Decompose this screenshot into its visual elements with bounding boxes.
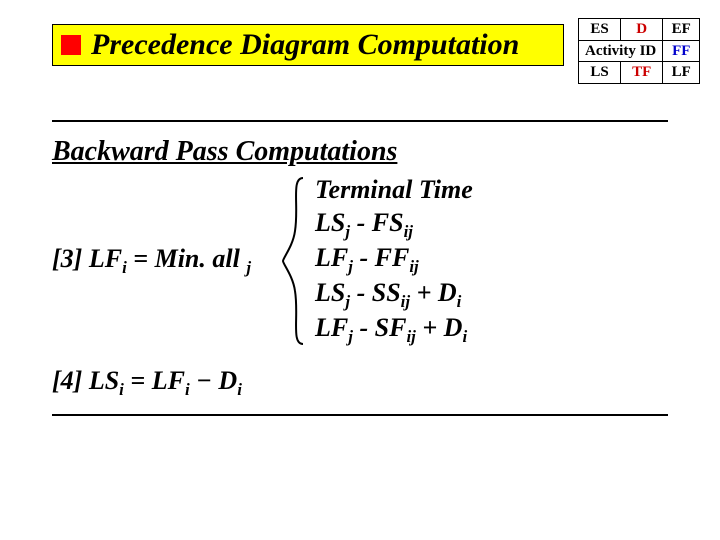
legend-ff: FF bbox=[672, 43, 690, 59]
eq4-d: D bbox=[218, 366, 237, 395]
content-body: Backward Pass Computations [3] LFi = Min… bbox=[52, 120, 668, 416]
eq3-lf: LF bbox=[89, 244, 122, 273]
legend-row-2: Activity ID FF bbox=[579, 40, 700, 62]
eq3-min: Min. all bbox=[155, 244, 240, 273]
eq3-label: [3] bbox=[52, 244, 82, 273]
legend-d: D bbox=[636, 21, 647, 37]
eq3-opt-1: LSj - FSij bbox=[315, 207, 473, 242]
section-title: Backward Pass Computations bbox=[52, 136, 668, 168]
legend-table: ES D EF Activity ID FF LS TF LF bbox=[578, 18, 700, 84]
eq3-opt-terminal: Terminal Time bbox=[315, 174, 473, 207]
eq3-opt-2: LFj - FFij bbox=[315, 242, 473, 277]
legend-row-3: LS TF LF bbox=[579, 62, 700, 84]
equation-3: [3] LFi = Min. all j Terminal Time LSj -… bbox=[52, 174, 668, 348]
eq3-options: Terminal Time LSj - FSij LFj - FFij LSj … bbox=[315, 174, 473, 348]
page-title: Precedence Diagram Computation bbox=[91, 30, 519, 60]
eq4-ls-sub: i bbox=[119, 380, 124, 399]
eq4-ls: LS bbox=[89, 366, 119, 395]
title-banner: Precedence Diagram Computation bbox=[52, 24, 564, 66]
eq4-eq: = bbox=[130, 366, 151, 395]
equation-4: [4] LSi = LFi − Di bbox=[52, 366, 668, 400]
eq3-lf-sub: i bbox=[122, 258, 127, 277]
eq4-lf: LF bbox=[152, 366, 185, 395]
eq3-brace-group: Terminal Time LSj - FSij LFj - FFij LSj … bbox=[281, 174, 473, 348]
eq3-opt-4: LFj - SFij + Di bbox=[315, 312, 473, 347]
eq3-eq: = bbox=[133, 244, 154, 273]
legend-ef: EF bbox=[672, 21, 691, 37]
eq3-lhs: [3] LFi = Min. all j bbox=[52, 244, 251, 278]
legend-ls: LS bbox=[590, 64, 608, 80]
legend-activity-id: Activity ID bbox=[585, 43, 656, 59]
legend-lf: LF bbox=[672, 64, 691, 80]
eq4-d-sub: i bbox=[237, 380, 242, 399]
eq3-opt-3: LSj - SSij + Di bbox=[315, 277, 473, 312]
top-rule bbox=[52, 120, 668, 122]
bottom-rule bbox=[52, 414, 668, 416]
legend-es: ES bbox=[590, 21, 608, 37]
eq4-label: [4] bbox=[52, 366, 82, 395]
eq3-min-sub: j bbox=[246, 258, 251, 277]
eq4-minus: − bbox=[196, 366, 218, 395]
left-brace-icon bbox=[281, 176, 309, 346]
eq4-lf-sub: i bbox=[185, 380, 190, 399]
title-bullet-icon bbox=[61, 35, 81, 55]
legend-tf: TF bbox=[632, 64, 651, 80]
legend-row-1: ES D EF bbox=[579, 19, 700, 41]
